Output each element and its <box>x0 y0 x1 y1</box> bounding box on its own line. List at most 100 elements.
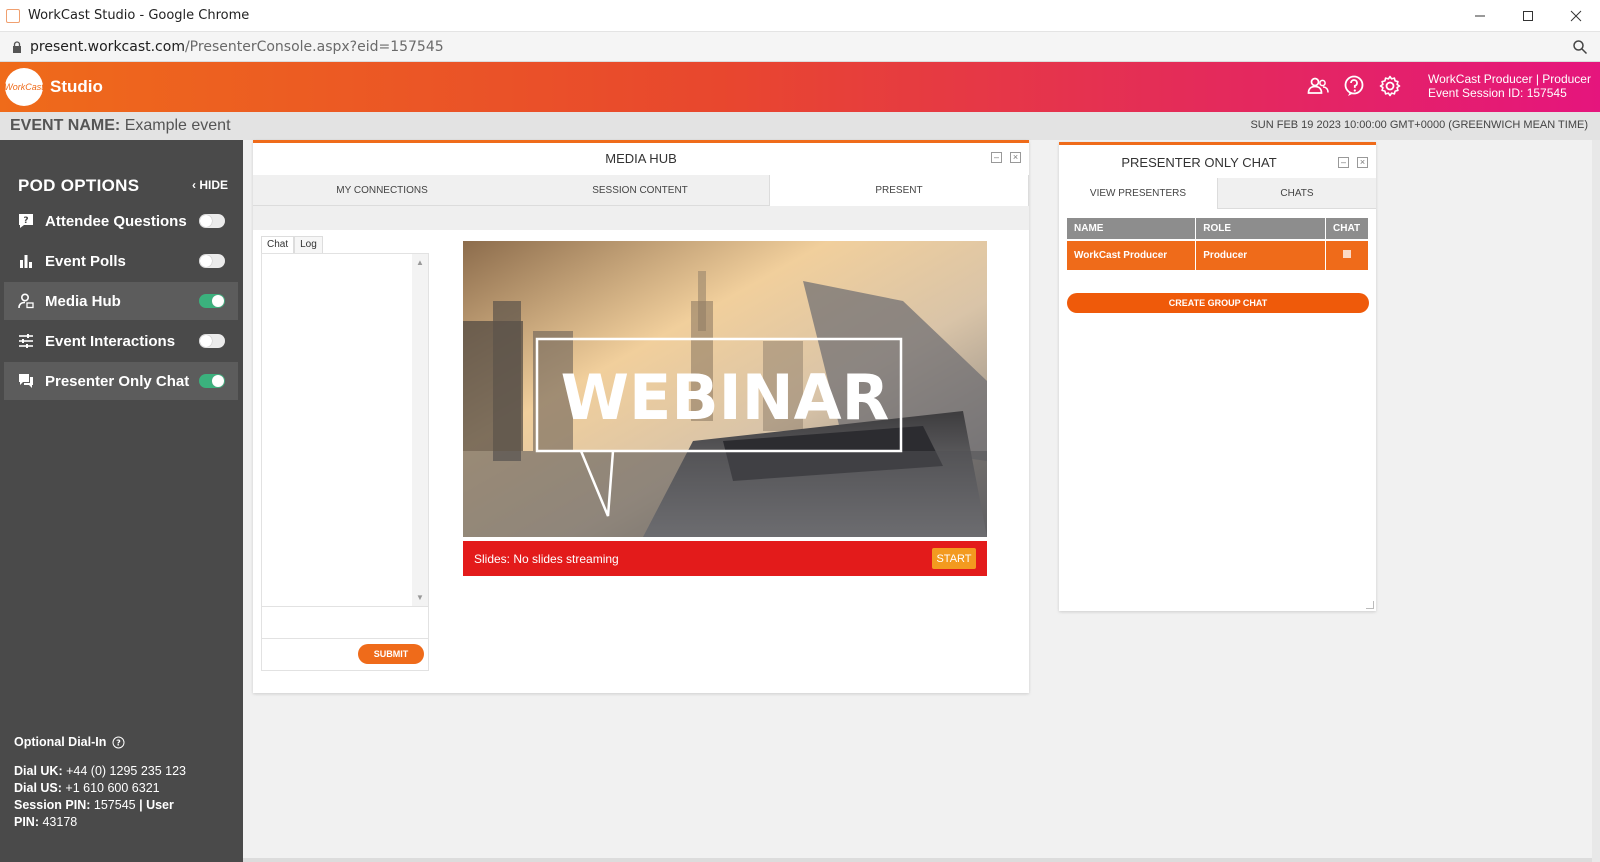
minimize-button[interactable] <box>1456 0 1504 32</box>
media-chat-box: Chat Log ▲ ▼ SUBMIT <box>261 236 429 676</box>
dial-in-title: Optional Dial-In ? <box>14 734 186 751</box>
chat-messages-area[interactable]: ▲ ▼ <box>261 253 429 607</box>
panel-controls: – × <box>1338 157 1368 168</box>
pod-item-label: Event Polls <box>45 252 126 270</box>
close-panel-icon[interactable]: × <box>1357 157 1368 168</box>
window-title: WorkCast Studio - Google Chrome <box>28 8 250 23</box>
header-icons <box>1306 74 1402 98</box>
column-header-chat: CHAT <box>1325 218 1369 240</box>
maximize-icon <box>1523 11 1533 21</box>
scroll-up-icon[interactable]: ▲ <box>416 258 424 267</box>
pod-options-title: POD OPTIONS <box>18 176 140 195</box>
media-hub-toggle[interactable] <box>199 294 225 308</box>
slide-heading: WEBINAR <box>561 361 890 434</box>
pod-item-attendee-questions[interactable]: ? Attendee Questions <box>4 202 238 240</box>
zoom-icon[interactable] <box>1572 39 1588 55</box>
help-icon[interactable] <box>1342 74 1366 98</box>
chat-checkbox-icon[interactable] <box>1343 250 1351 258</box>
pod-item-event-polls[interactable]: Event Polls <box>4 242 238 280</box>
submit-button[interactable]: SUBMIT <box>358 644 424 664</box>
bar-chart-icon <box>16 254 36 268</box>
workcast-favicon-icon <box>6 8 20 23</box>
chat-footer: SUBMIT <box>261 639 429 671</box>
event-datetime: SUN FEB 19 2023 10:00:00 GMT+0000 (GREEN… <box>1250 119 1588 131</box>
event-polls-toggle[interactable] <box>199 254 225 268</box>
bottom-edge <box>243 858 1592 862</box>
dial-uk: Dial UK: +44 (0) 1295 235 123 <box>14 764 187 778</box>
chat-input[interactable] <box>261 607 429 639</box>
pod-item-label: Presenter Only Chat <box>45 372 190 390</box>
dial-us: Dial US: +1 610 600 6321 <box>14 781 160 795</box>
chat-scrollbar[interactable]: ▲ ▼ <box>412 254 428 606</box>
media-hub-title: MEDIA HUB <box>605 151 677 166</box>
presenter-role: Producer <box>1195 239 1327 270</box>
panel-controls: – × <box>991 152 1021 163</box>
user-role: WorkCast Producer | Producer <box>1428 72 1591 86</box>
presenter-chat-tabs: VIEW PRESENTERS CHATS <box>1059 178 1376 209</box>
table-row[interactable]: WorkCast Producer Producer <box>1067 239 1369 270</box>
media-hub-panel: MEDIA HUB – × MY CONNECTIONS SESSION CON… <box>253 140 1029 693</box>
resize-handle-icon[interactable] <box>1366 601 1374 609</box>
pod-item-label: Event Interactions <box>45 332 176 350</box>
attendee-questions-toggle[interactable] <box>199 214 225 228</box>
media-hub-tabs: MY CONNECTIONS SESSION CONTENT PRESENT <box>253 175 1029 206</box>
event-interactions-toggle[interactable] <box>199 334 225 348</box>
tab-view-presenters[interactable]: VIEW PRESENTERS <box>1059 178 1218 209</box>
info-icon[interactable]: ? <box>112 736 125 749</box>
webinar-slide-image: WEBINAR <box>463 241 987 537</box>
close-panel-icon[interactable]: × <box>1010 152 1021 163</box>
slides-status-text: Slides: No slides streaming <box>474 551 619 566</box>
logo-text: WorkCast <box>4 82 44 92</box>
minimize-panel-icon[interactable]: – <box>991 152 1002 163</box>
address-bar[interactable]: present.workcast.com/PresenterConsole.as… <box>0 32 1600 62</box>
workcast-logo[interactable]: WorkCast <box>4 68 44 106</box>
sliders-icon <box>16 334 36 348</box>
dial-in-info: Optional Dial-In ? Dial UK: +44 (0) 1295… <box>14 734 186 831</box>
tab-session-content[interactable]: SESSION CONTENT <box>511 175 769 206</box>
pod-item-presenter-only-chat[interactable]: Presenter Only Chat <box>4 362 238 400</box>
gear-icon[interactable] <box>1378 74 1402 98</box>
chat-bubbles-icon <box>16 373 36 389</box>
close-window-button[interactable] <box>1552 0 1600 32</box>
user-info: WorkCast Producer | Producer Event Sessi… <box>1428 72 1591 100</box>
minimize-panel-icon[interactable]: – <box>1338 157 1349 168</box>
event-name: EVENT NAME: Example event <box>10 117 231 134</box>
tab-present[interactable]: PRESENT <box>769 175 1029 206</box>
tab-log[interactable]: Log <box>294 236 323 253</box>
create-group-chat-button[interactable]: CREATE GROUP CHAT <box>1067 293 1369 313</box>
right-scroll-edge <box>1592 140 1600 862</box>
pod-item-media-hub[interactable]: Media Hub <box>4 282 238 320</box>
chat-tabs: Chat Log <box>261 236 429 253</box>
svg-text:?: ? <box>117 739 122 748</box>
start-button[interactable]: START <box>932 548 976 569</box>
tab-chats[interactable]: CHATS <box>1218 178 1376 209</box>
question-bubble-icon: ? <box>16 213 36 229</box>
column-header-role: ROLE <box>1195 218 1327 240</box>
scroll-down-icon[interactable]: ▼ <box>416 593 424 602</box>
tab-chat[interactable]: Chat <box>261 236 295 253</box>
close-icon <box>1570 10 1582 22</box>
browser-titlebar: WorkCast Studio - Google Chrome <box>0 0 1600 32</box>
people-icon[interactable] <box>1306 74 1330 98</box>
presenter-only-chat-panel: PRESENTER ONLY CHAT – × VIEW PRESENTERS … <box>1059 142 1376 611</box>
app-title: Studio <box>50 77 103 96</box>
maximize-button[interactable] <box>1504 0 1552 32</box>
hide-button[interactable]: ‹ HIDE <box>192 178 228 192</box>
session-pin: Session PIN: 157545 | User <box>14 798 174 812</box>
url-text: present.workcast.com/PresenterConsole.as… <box>30 38 444 55</box>
pod-options-sidebar: POD OPTIONS ‹ HIDE ? Attendee Questions … <box>0 140 243 862</box>
toolbar-strip <box>253 206 1029 230</box>
event-session-id: Event Session ID: 157545 <box>1428 86 1567 100</box>
tab-my-connections[interactable]: MY CONNECTIONS <box>253 175 511 206</box>
pod-item-event-interactions[interactable]: Event Interactions <box>4 322 238 360</box>
svg-text:?: ? <box>23 216 28 226</box>
lock-icon <box>13 40 21 53</box>
chat-cell[interactable] <box>1325 239 1369 270</box>
column-header-name: NAME <box>1067 218 1197 240</box>
presenter-chat-title: PRESENTER ONLY CHAT <box>1121 155 1277 170</box>
event-bar: EVENT NAME: Example event SUN FEB 19 202… <box>0 112 1600 140</box>
minimize-icon <box>1475 15 1485 17</box>
presenter-only-chat-toggle[interactable] <box>199 374 225 388</box>
presenter-name: WorkCast Producer <box>1067 239 1197 270</box>
studio-header: WorkCast Studio WorkCast Producer | Prod… <box>0 62 1600 112</box>
